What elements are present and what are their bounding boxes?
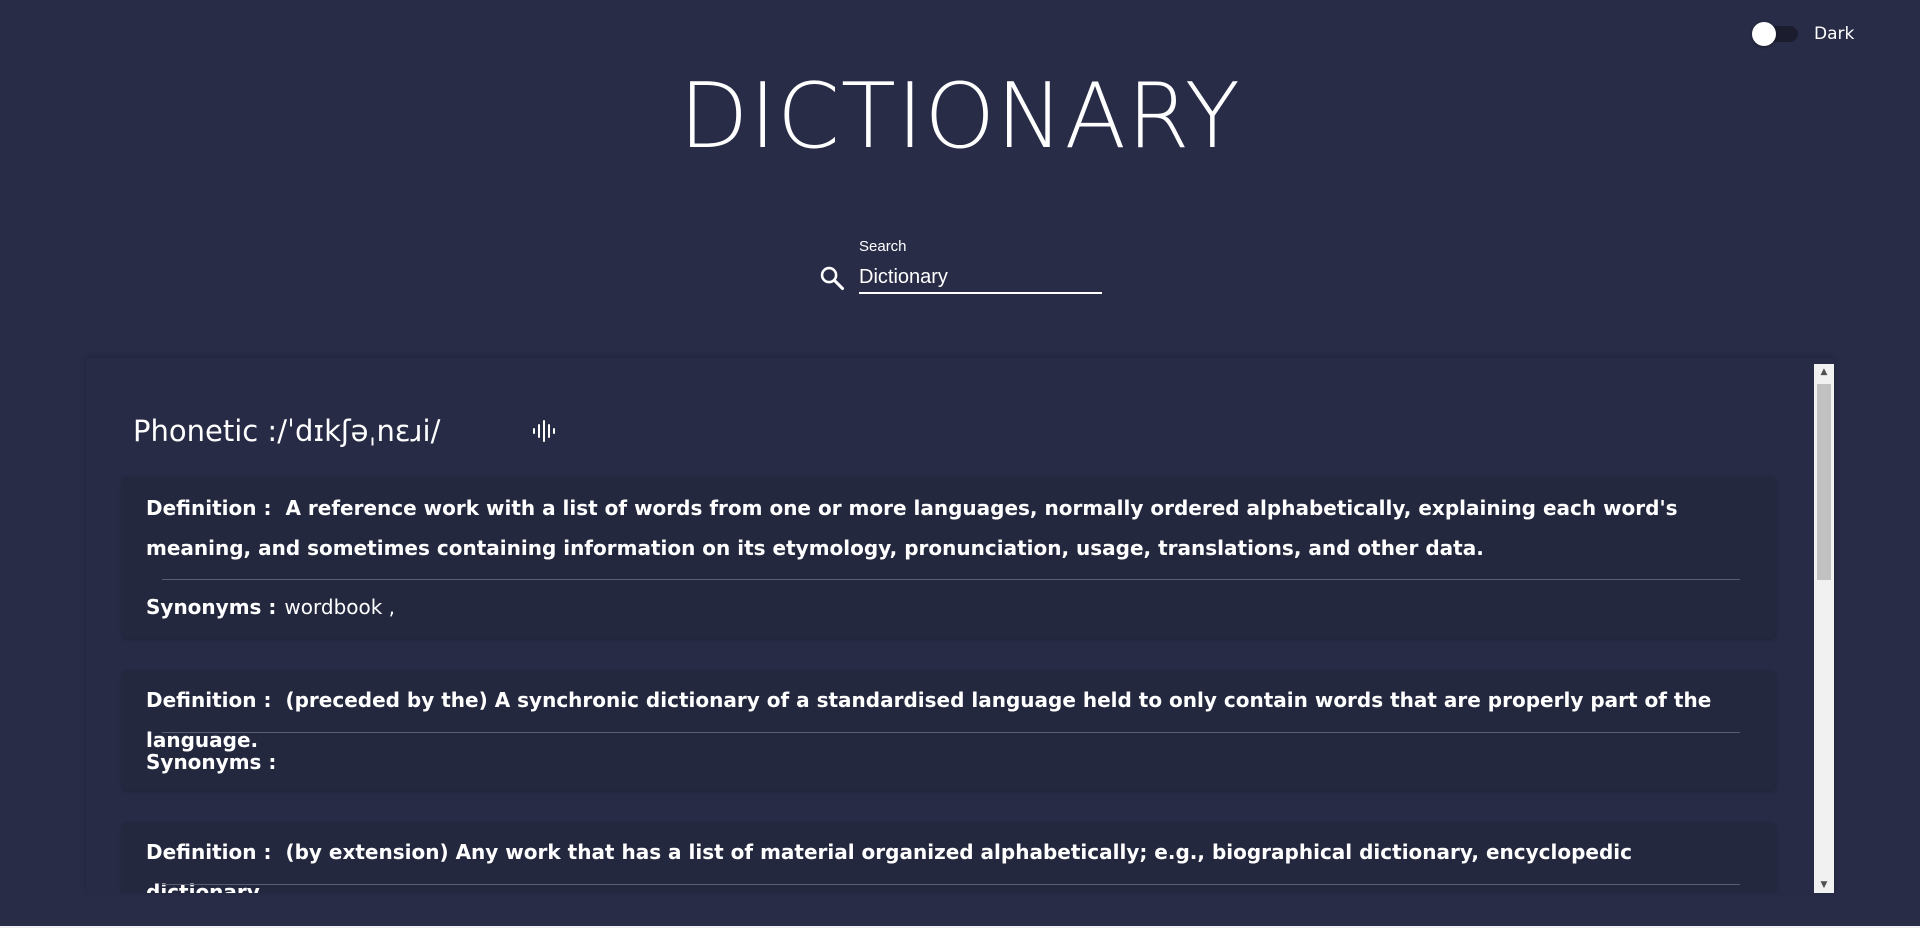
audio-waveform-icon[interactable] [531, 418, 557, 444]
synonyms-value: wordbook , [284, 595, 396, 619]
definition-card: Definition : (preceded by the) A synchron… [122, 670, 1776, 790]
toggle-thumb[interactable] [1752, 22, 1776, 46]
search-icon [820, 266, 845, 291]
definition-label: Definition : [146, 840, 272, 864]
definition-text: Definition :A reference work with a list… [146, 488, 1716, 568]
definition-body: A reference work with a list of words fr… [146, 496, 1678, 560]
divider [162, 884, 1740, 885]
phonetic-row: Phonetic :/ˈdɪkʃəˌnɛɹi/ [133, 414, 557, 448]
definition-label: Definition : [146, 688, 272, 712]
definition-body: (preceded by the) A synchronic dictionar… [146, 688, 1712, 752]
definition-card: Definition :A reference work with a list… [122, 476, 1776, 638]
definition-body: (by extension) Any work that has a list … [146, 840, 1632, 893]
definition-label: Definition : [146, 496, 272, 520]
phonetic-label: Phonetic : [133, 414, 278, 448]
definition-card: Definition : (by extension) Any work that… [122, 822, 1776, 893]
scroll-up-arrow-icon[interactable]: ▲ [1814, 364, 1834, 380]
search-input[interactable] [859, 262, 1102, 294]
divider [162, 579, 1740, 580]
synonyms-row: Synonyms : wordbook , [146, 595, 395, 619]
phonetic-value: /ˈdɪkʃəˌnɛɹi/ [277, 414, 441, 448]
theme-toggle-label: Dark [1814, 24, 1855, 44]
phonetic-text: Phonetic :/ˈdɪkʃəˌnɛɹi/ [133, 414, 531, 448]
synonyms-label: Synonyms : [146, 595, 277, 619]
search-field: Search [818, 236, 1103, 300]
theme-toggle[interactable]: Dark [1752, 22, 1855, 46]
divider [162, 732, 1740, 733]
definition-text: Definition : (preceded by the) A synchron… [146, 680, 1716, 760]
scroll-thumb[interactable] [1817, 384, 1831, 580]
synonyms-row: Synonyms : [146, 750, 284, 774]
search-label: Search [859, 238, 907, 255]
synonyms-label: Synonyms : [146, 750, 277, 774]
results-panel[interactable]: Phonetic :/ˈdɪkʃəˌnɛɹi/ Definition :A re… [86, 358, 1834, 893]
scroll-down-arrow-icon[interactable]: ▼ [1814, 877, 1834, 893]
toggle-track[interactable] [1752, 22, 1798, 46]
dictionary-app: Dark DICTIONARY Search Phonetic :/ˈdɪkʃə… [0, 0, 1920, 928]
results-scrollbar[interactable]: ▲ ▼ [1814, 364, 1834, 893]
page-title: DICTIONARY [679, 64, 1241, 169]
